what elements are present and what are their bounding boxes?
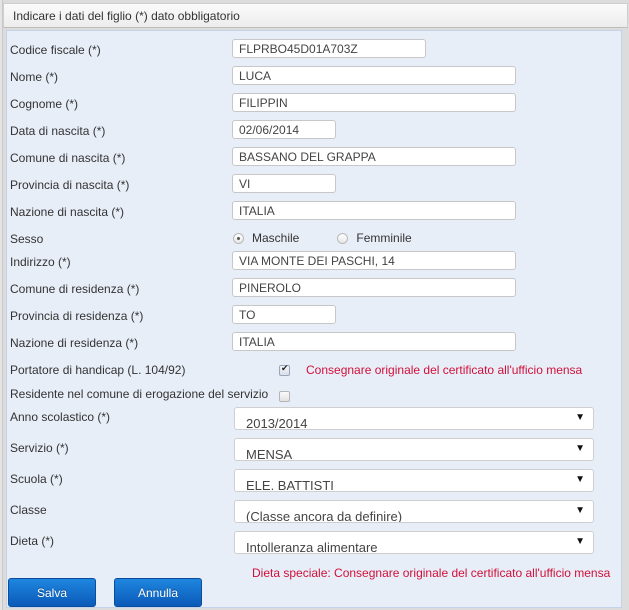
dieta-value: Intolleranza alimentare — [246, 540, 378, 554]
row-scuola: Scuola (*) ELE. BATTISTI ▼ — [7, 466, 621, 493]
provincia-residenza-input[interactable] — [232, 305, 336, 324]
classe-label: Classe — [10, 503, 47, 517]
servizio-select[interactable]: MENSA ▼ — [234, 438, 594, 461]
cognome-label: Cognome (*) — [10, 97, 79, 111]
handicap-notice: Consegnare originale del certificato all… — [306, 363, 583, 377]
row-comune-residenza: Comune di residenza (*) — [7, 276, 621, 303]
row-provincia-nascita: Provincia di nascita (*) — [7, 172, 621, 199]
dropdown-arrow-icon: ▼ — [575, 505, 585, 516]
dropdown-arrow-icon: ▼ — [575, 474, 585, 485]
form-header: Indicare i dati del figlio (*) dato obbl… — [3, 3, 628, 28]
handicap-checkbox[interactable] — [279, 363, 290, 376]
data-nascita-label: Data di nascita (*) — [10, 124, 106, 138]
row-cognome: Cognome (*) — [7, 91, 621, 118]
data-nascita-input[interactable] — [232, 120, 336, 139]
child-data-form: Codice fiscale (*) Nome (*) Cognome (*) … — [6, 30, 622, 608]
dieta-notice: Dieta speciale: Consegnare originale del… — [252, 566, 611, 580]
row-comune-nascita: Comune di nascita (*) — [7, 145, 621, 172]
anno-scolastico-select[interactable]: 2013/2014 ▼ — [234, 407, 594, 430]
residente-label: Residente nel comune di erogazione del s… — [10, 387, 269, 401]
nazione-nascita-input[interactable] — [232, 201, 516, 220]
codice-fiscale-input[interactable] — [232, 39, 426, 58]
handicap-label: Portatore di handicap (L. 104/92) — [10, 363, 186, 377]
provincia-nascita-label: Provincia di nascita (*) — [10, 178, 130, 192]
row-servizio: Servizio (*) MENSA ▼ — [7, 435, 621, 462]
nazione-nascita-label: Nazione di nascita (*) — [10, 205, 125, 219]
row-data-nascita: Data di nascita (*) — [7, 118, 621, 145]
row-provincia-residenza: Provincia di residenza (*) — [7, 303, 621, 330]
scuola-select[interactable]: ELE. BATTISTI ▼ — [234, 469, 594, 492]
nome-input[interactable] — [232, 66, 516, 85]
dropdown-arrow-icon: ▼ — [575, 443, 585, 454]
form-title: Indicare i dati del figlio (*) dato obbl… — [13, 9, 240, 23]
dieta-label: Dieta (*) — [10, 534, 55, 548]
cancel-button[interactable]: Annulla — [114, 578, 202, 607]
provincia-nascita-input[interactable] — [232, 174, 336, 193]
save-button[interactable]: Salva — [8, 578, 96, 607]
codice-fiscale-label: Codice fiscale (*) — [10, 43, 101, 57]
comune-residenza-input[interactable] — [232, 278, 516, 297]
dropdown-arrow-icon: ▼ — [575, 412, 585, 423]
scuola-label: Scuola (*) — [10, 472, 63, 486]
classe-value: (Classe ancora da definire) — [246, 509, 403, 523]
sesso-label: Sesso — [10, 232, 44, 246]
radio-maschile[interactable] — [233, 232, 244, 244]
nazione-residenza-input[interactable] — [232, 332, 516, 351]
scuola-value: ELE. BATTISTI — [246, 478, 334, 492]
row-codice-fiscale: Codice fiscale (*) — [7, 37, 621, 64]
comune-nascita-label: Comune di nascita (*) — [10, 151, 126, 165]
row-anno-scolastico: Anno scolastico (*) 2013/2014 ▼ — [7, 404, 621, 431]
radio-maschile-label[interactable]: Maschile — [252, 231, 299, 245]
comune-residenza-label: Comune di residenza (*) — [10, 282, 140, 296]
anno-scolastico-label: Anno scolastico (*) — [10, 410, 111, 424]
dropdown-arrow-icon: ▼ — [575, 536, 585, 547]
radio-femminile-label[interactable]: Femminile — [356, 231, 411, 245]
comune-nascita-input[interactable] — [232, 147, 516, 166]
row-nazione-nascita: Nazione di nascita (*) — [7, 199, 621, 226]
servizio-label: Servizio (*) — [10, 441, 69, 455]
row-indirizzo: Indirizzo (*) — [7, 249, 621, 276]
residente-checkbox[interactable] — [279, 391, 290, 402]
row-nome: Nome (*) — [7, 64, 621, 91]
row-dieta: Dieta (*) Intolleranza alimentare ▼ — [7, 528, 621, 555]
row-classe: Classe (Classe ancora da definire) ▼ — [7, 497, 621, 524]
indirizzo-label: Indirizzo (*) — [10, 255, 71, 269]
row-handicap: Portatore di handicap (L. 104/92) Conseg… — [7, 357, 621, 384]
radio-femminile[interactable] — [337, 232, 349, 244]
nome-label: Nome (*) — [10, 70, 59, 84]
classe-select[interactable]: (Classe ancora da definire) ▼ — [234, 500, 594, 523]
nazione-residenza-label: Nazione di residenza (*) — [10, 336, 139, 350]
sesso-radio-group: Maschile Femminile — [233, 231, 412, 245]
cognome-input[interactable] — [232, 93, 516, 112]
provincia-residenza-label: Provincia di residenza (*) — [10, 309, 144, 323]
row-nazione-residenza: Nazione di residenza (*) — [7, 330, 621, 357]
anno-scolastico-value: 2013/2014 — [246, 416, 308, 430]
servizio-value: MENSA — [246, 447, 293, 461]
dieta-select[interactable]: Intolleranza alimentare ▼ — [234, 531, 594, 554]
indirizzo-input[interactable] — [232, 251, 516, 270]
